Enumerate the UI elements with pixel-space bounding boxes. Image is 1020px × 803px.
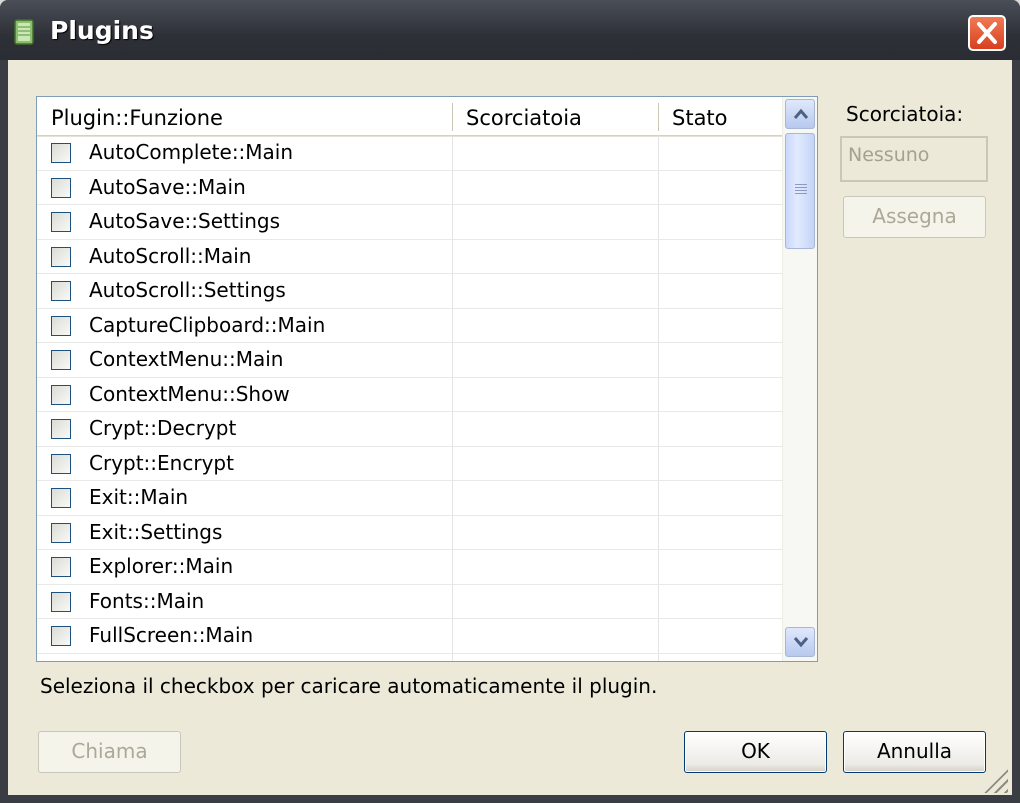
plugin-function-label: HexSel::Main bbox=[89, 658, 220, 662]
shortcut-field[interactable]: Nessuno bbox=[840, 136, 988, 182]
resize-grip-icon[interactable] bbox=[984, 769, 1008, 793]
list-item[interactable]: AutoComplete::Main bbox=[37, 136, 782, 171]
column-header-plugin[interactable]: Plugin::Funzione bbox=[37, 97, 452, 135]
list-item[interactable]: AutoSave::Main bbox=[37, 171, 782, 205]
plugin-function-label: AutoScroll::Settings bbox=[89, 278, 286, 302]
assign-button[interactable]: Assegna bbox=[843, 196, 986, 238]
list-item[interactable]: Exit::Settings bbox=[37, 516, 782, 550]
grip-icon bbox=[795, 184, 807, 196]
plugin-function-label: Crypt::Decrypt bbox=[89, 416, 237, 440]
autoload-checkbox[interactable] bbox=[51, 626, 71, 646]
plugin-function-label: Explorer::Main bbox=[89, 554, 234, 578]
list-item[interactable]: Explorer::Main bbox=[37, 550, 782, 585]
plugins-dialog: Plugins Plugin::Funzione Scorciatoia Sta… bbox=[0, 0, 1020, 803]
autoload-checkbox[interactable] bbox=[51, 557, 71, 577]
list-item[interactable]: Crypt::Encrypt bbox=[37, 447, 782, 481]
list-header: Plugin::Funzione Scorciatoia Stato bbox=[37, 97, 782, 136]
chevron-up-icon bbox=[793, 108, 809, 119]
autoload-checkbox[interactable] bbox=[51, 246, 71, 267]
plugin-function-label: Exit::Settings bbox=[89, 519, 223, 544]
list-item[interactable]: ContextMenu::Main bbox=[37, 343, 782, 378]
autoload-checkbox[interactable] bbox=[51, 143, 71, 163]
column-header-state[interactable]: Stato bbox=[658, 97, 782, 135]
list-item[interactable]: FullScreen::Main bbox=[37, 619, 782, 654]
title-bar[interactable]: Plugins bbox=[0, 0, 1020, 60]
autoload-checkbox[interactable] bbox=[51, 591, 71, 612]
close-button[interactable] bbox=[968, 15, 1006, 51]
vertical-scrollbar[interactable] bbox=[782, 97, 817, 661]
shortcut-label: Scorciatoia: bbox=[846, 102, 964, 126]
list-item[interactable]: Crypt::Decrypt bbox=[37, 412, 782, 447]
list-item[interactable]: Fonts::Main bbox=[37, 585, 782, 619]
autoload-checkbox[interactable] bbox=[51, 522, 71, 543]
list-item[interactable]: AutoScroll::Main bbox=[37, 240, 782, 274]
autoload-checkbox[interactable] bbox=[51, 350, 71, 370]
scroll-down-button[interactable] bbox=[785, 627, 815, 657]
plugin-function-label: AutoScroll::Main bbox=[89, 243, 252, 268]
scroll-thumb[interactable] bbox=[785, 133, 815, 249]
plugin-function-label: ContextMenu::Main bbox=[89, 347, 284, 371]
plugin-list[interactable]: Plugin::Funzione Scorciatoia Stato AutoC… bbox=[36, 96, 818, 662]
autoload-checkbox[interactable] bbox=[51, 315, 71, 336]
plugin-function-label: ContextMenu::Show bbox=[89, 381, 290, 406]
list-item[interactable]: ContextMenu::Show bbox=[37, 378, 782, 412]
column-header-shortcut[interactable]: Scorciatoia bbox=[452, 97, 658, 135]
plugin-function-label: CaptureClipboard::Main bbox=[89, 312, 326, 337]
plugin-rows: AutoComplete::MainAutoSave::MainAutoSave… bbox=[37, 136, 782, 662]
list-item[interactable]: AutoScroll::Settings bbox=[37, 274, 782, 309]
plugin-function-label: AutoSave::Settings bbox=[89, 209, 281, 233]
autoload-checkbox[interactable] bbox=[51, 281, 71, 301]
autoload-checkbox[interactable] bbox=[51, 177, 71, 198]
autoload-checkbox[interactable] bbox=[51, 453, 71, 474]
plugin-function-label: AutoSave::Main bbox=[89, 174, 246, 199]
autoload-checkbox[interactable] bbox=[51, 488, 71, 508]
list-item[interactable]: HexSel::Main bbox=[37, 654, 782, 662]
call-button[interactable]: Chiama bbox=[38, 731, 181, 773]
list-item[interactable]: AutoSave::Settings bbox=[37, 205, 782, 240]
window-title: Plugins bbox=[50, 16, 154, 45]
autoload-checkbox[interactable] bbox=[51, 660, 71, 661]
plugin-function-label: FullScreen::Main bbox=[89, 623, 254, 647]
status-text: Seleziona il checkbox per caricare autom… bbox=[40, 674, 658, 698]
autoload-checkbox[interactable] bbox=[51, 419, 71, 439]
close-icon bbox=[977, 22, 997, 44]
chevron-down-icon bbox=[793, 637, 809, 648]
scroll-up-button[interactable] bbox=[785, 99, 815, 129]
dialog-body: Plugin::Funzione Scorciatoia Stato AutoC… bbox=[8, 60, 1012, 795]
ok-button[interactable]: OK bbox=[684, 731, 827, 773]
plugin-function-label: Exit::Main bbox=[89, 485, 189, 509]
autoload-checkbox[interactable] bbox=[51, 212, 71, 232]
list-item[interactable]: Exit::Main bbox=[37, 481, 782, 516]
plugin-function-label: Crypt::Encrypt bbox=[89, 450, 234, 475]
cancel-button[interactable]: Annulla bbox=[843, 731, 986, 773]
plugin-function-label: Fonts::Main bbox=[89, 588, 205, 613]
plugin-function-label: AutoComplete::Main bbox=[89, 140, 294, 164]
plugin-icon bbox=[14, 19, 34, 45]
autoload-checkbox[interactable] bbox=[51, 384, 71, 405]
list-item[interactable]: CaptureClipboard::Main bbox=[37, 309, 782, 343]
